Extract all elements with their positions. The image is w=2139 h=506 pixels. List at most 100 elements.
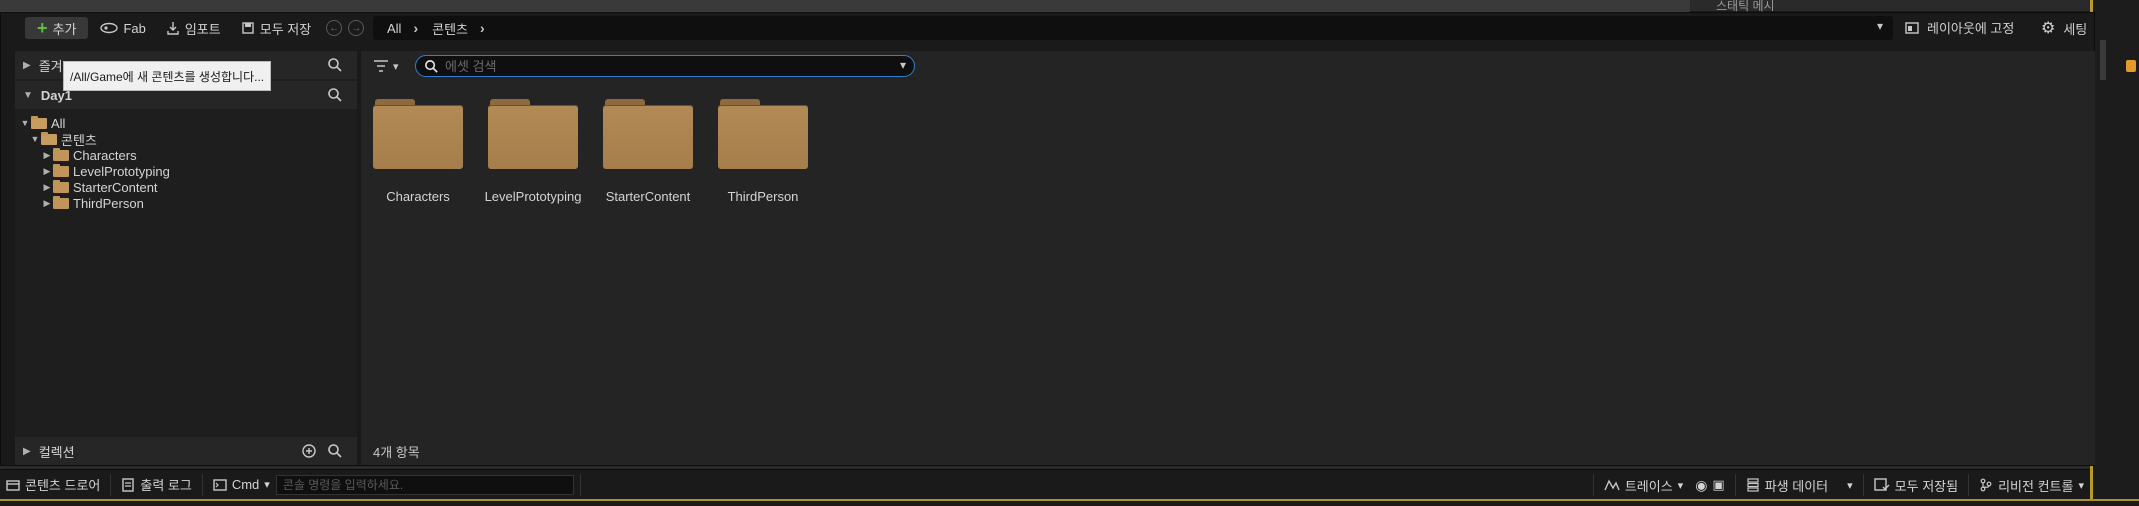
expanded-caret-icon: ▼ xyxy=(23,89,33,101)
cmd-label: Cmd xyxy=(231,477,260,492)
folder-tree: ▼ All ▼ 콘텐츠 ▶ Characters ▶ LevelPrototyp… xyxy=(15,109,357,211)
folder-icon xyxy=(488,99,578,169)
output-log-label: 출력 로그 xyxy=(140,478,192,493)
tree-item-characters[interactable]: ▶ Characters xyxy=(15,147,357,163)
filter-icon xyxy=(374,60,388,72)
breadcrumb-item-all[interactable]: All xyxy=(387,21,401,36)
layout-icon xyxy=(1905,21,1919,34)
search-icon[interactable] xyxy=(327,443,343,462)
chevron-down-icon: ▾ xyxy=(2078,479,2084,492)
revision-control-icon xyxy=(1980,478,1992,492)
right-edge-toolbar xyxy=(2090,0,2139,506)
revision-control-label: 리비전 컨트롤 xyxy=(1998,478,2074,494)
asset-search-field[interactable]: ▾ xyxy=(415,55,915,77)
history-back-icon[interactable]: ← xyxy=(326,20,343,36)
search-input[interactable] xyxy=(445,58,885,74)
asset-tile-label: ThirdPerson xyxy=(727,189,799,204)
add-button-label: 추가 xyxy=(52,21,77,37)
derived-data-icon xyxy=(1747,478,1759,492)
gear-icon: ⚙ xyxy=(2041,20,2056,37)
search-icon[interactable] xyxy=(327,57,343,76)
trace-label: 트레이스 xyxy=(1624,478,1673,494)
asset-tile-label: LevelPrototyping xyxy=(484,189,582,204)
content-drawer-button[interactable]: 콘텐츠 드로어 xyxy=(0,474,106,496)
collections-label: 컬렉션 xyxy=(38,444,75,460)
asset-tile-levelprototyping[interactable]: LevelPrototyping xyxy=(485,99,581,204)
save-all-button-label: 모두 저장 xyxy=(259,21,312,37)
tree-item-label: 콘텐츠 xyxy=(61,132,97,148)
settings-label: 세팅 xyxy=(2063,21,2088,37)
derived-data-button[interactable]: 파생 데이터 ▾ xyxy=(1740,474,1859,496)
fab-icon xyxy=(100,22,119,34)
tree-item-label: Characters xyxy=(73,147,137,163)
settings-button[interactable]: ⚙ 세팅 xyxy=(2041,18,2087,38)
import-button-label: 임포트 xyxy=(184,21,221,37)
fab-button[interactable]: Fab xyxy=(92,17,153,39)
save-all-icon xyxy=(242,22,254,34)
breadcrumb-chevron-icon[interactable]: › xyxy=(413,20,418,36)
collapsed-caret-icon[interactable]: ▶ xyxy=(41,182,53,193)
collections-section-header[interactable]: ▶ 컬렉션 xyxy=(15,437,357,465)
asset-view: ▾ ▾ Characters LevelPrototyping StarterC… xyxy=(361,51,2095,465)
path-history-dropdown-icon[interactable]: ▾ xyxy=(1877,19,1883,33)
status-bar-right: 트레이스 ▾ ◉ ▣ 파생 데이터 ▾ 모두 저장됨 리비전 컨트롤 ▾ xyxy=(1589,474,2090,496)
tree-item-startercontent[interactable]: ▶ StarterContent xyxy=(15,179,357,195)
breadcrumb-chevron-icon[interactable]: › xyxy=(480,20,485,36)
asset-tile-thirdperson[interactable]: ThirdPerson xyxy=(718,99,808,204)
lock-to-layout-button[interactable]: 레이아웃에 고정 xyxy=(1905,18,2014,37)
viewport-widget-icon xyxy=(2126,60,2136,72)
tree-item-levelprototyping[interactable]: ▶ LevelPrototyping xyxy=(15,163,357,179)
content-drawer-icon xyxy=(6,479,20,491)
tree-item-content[interactable]: ▼ 콘텐츠 xyxy=(15,131,357,148)
chevron-down-icon: ▾ xyxy=(1847,479,1853,492)
expanded-caret-icon[interactable]: ▼ xyxy=(29,134,41,144)
folder-icon xyxy=(718,99,808,169)
all-saved-button[interactable]: 모두 저장됨 xyxy=(1868,474,1964,496)
revision-control-button[interactable]: 리비전 컨트롤 ▾ xyxy=(1973,474,2090,496)
tree-item-thirdperson[interactable]: ▶ ThirdPerson xyxy=(15,195,357,211)
folder-icon xyxy=(53,163,69,177)
camera-icon: ▣ xyxy=(1712,477,1725,492)
derived-data-label: 파생 데이터 xyxy=(1764,478,1829,494)
output-log-button[interactable]: 출력 로그 xyxy=(115,474,197,496)
details-panel-header: 스태틱 메시 xyxy=(1690,0,2090,13)
collapsed-caret-icon: ▶ xyxy=(23,445,31,457)
cmd-dropdown[interactable]: Cmd ▾ xyxy=(207,474,276,496)
record-button[interactable]: ◉ ▣ xyxy=(1689,474,1731,496)
asset-tile-startercontent[interactable]: StarterContent xyxy=(603,99,693,204)
collapsed-caret-icon[interactable]: ▶ xyxy=(41,166,53,177)
collapsed-caret-icon[interactable]: ▶ xyxy=(41,150,53,161)
folder-icon xyxy=(53,195,69,209)
tree-item-label: LevelPrototyping xyxy=(73,163,170,179)
collapsed-caret-icon: ▶ xyxy=(23,59,31,71)
console-icon xyxy=(213,478,227,491)
search-history-dropdown-icon[interactable]: ▾ xyxy=(900,58,906,72)
search-icon[interactable] xyxy=(327,87,343,106)
collapsed-caret-icon[interactable]: ▶ xyxy=(41,198,53,209)
breadcrumb-item-content[interactable]: 콘텐츠 xyxy=(432,19,468,38)
save-all-button[interactable]: 모두 저장 xyxy=(233,17,319,39)
import-icon xyxy=(167,22,179,35)
history-forward-icon[interactable]: → xyxy=(348,20,365,36)
sources-panel: ▶ 즐겨 ▼ Day1 ▼ All ▼ 콘텐츠 ▶ Characters ▶ L… xyxy=(15,51,357,465)
add-button[interactable]: + 추가 xyxy=(25,17,89,39)
asset-tile-characters[interactable]: Characters xyxy=(373,99,463,204)
fab-button-label: Fab xyxy=(123,20,146,36)
trace-button[interactable]: 트레이스 ▾ xyxy=(1598,474,1689,496)
add-collection-icon[interactable] xyxy=(301,443,317,462)
asset-grid: Characters LevelPrototyping StarterConte… xyxy=(373,99,808,204)
lock-to-layout-label: 레이아웃에 고정 xyxy=(1927,21,2015,36)
content-browser: + 추가 Fab 임포트 모두 저장 ← → All › 콘텐츠 › ▾ 레이아… xyxy=(0,12,2095,466)
folder-open-icon xyxy=(41,131,57,145)
expanded-caret-icon[interactable]: ▼ xyxy=(19,118,31,128)
console-command-input[interactable] xyxy=(275,474,574,495)
trace-icon xyxy=(1604,479,1620,491)
filter-button[interactable]: ▾ xyxy=(373,59,399,73)
item-count: 4개 항목 xyxy=(373,445,420,460)
record-icon: ◉ xyxy=(1695,476,1708,493)
import-button[interactable]: 임포트 xyxy=(158,17,229,39)
breadcrumb: All › 콘텐츠 › ▾ xyxy=(373,16,1893,40)
chevron-down-icon: ▾ xyxy=(393,60,399,73)
all-saved-label: 모두 저장됨 xyxy=(1894,478,1959,494)
status-bar: 콘텐츠 드로어 출력 로그 Cmd ▾ 트레이스 ▾ ◉ ▣ 파생 데이터 ▾ xyxy=(0,469,2090,499)
